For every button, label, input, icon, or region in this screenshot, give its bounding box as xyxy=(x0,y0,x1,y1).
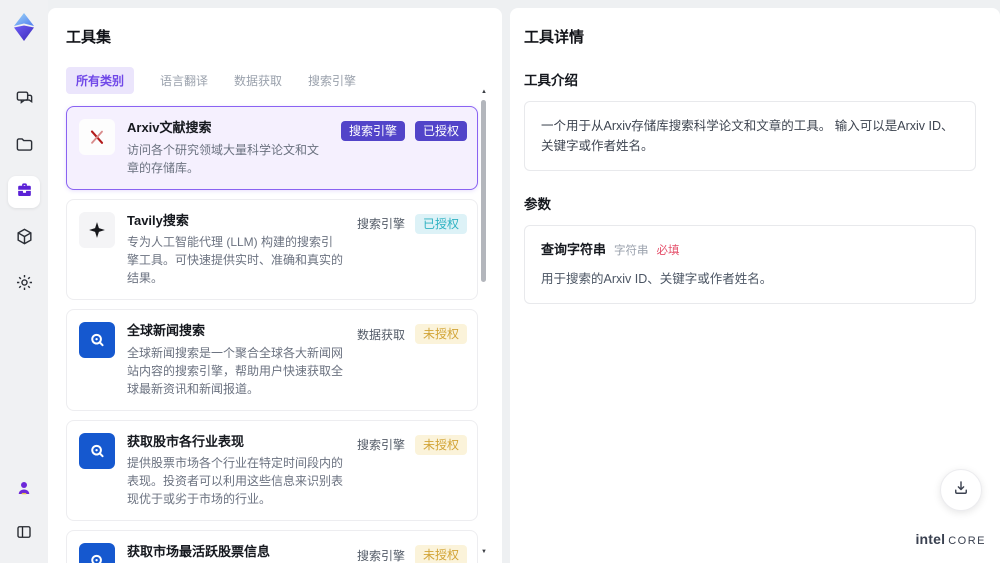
app-logo-icon xyxy=(9,12,39,42)
auth-badge: 未授权 xyxy=(414,545,467,563)
scroll-up-icon[interactable]: ▲ xyxy=(480,88,488,96)
news-search-icon xyxy=(79,322,115,359)
arxiv-icon xyxy=(79,119,115,155)
auth-badge: 已授权 xyxy=(414,213,467,234)
params-section-title: 参数 xyxy=(524,197,551,212)
sidebar-item-tools[interactable] xyxy=(8,176,40,208)
tool-title: Tavily搜索 xyxy=(127,212,189,228)
stock-sector-icon xyxy=(79,432,115,469)
category-tag: 搜索引擎 xyxy=(356,548,405,563)
app-root: 工具集 所有类别 语言翻译 数据获取 搜索引擎 Arxiv文献搜索 访问各个研究… xyxy=(0,0,1000,563)
category-tag: 搜索引擎 xyxy=(356,217,405,232)
category-tag: 搜索引擎 xyxy=(356,438,405,453)
cube-icon xyxy=(15,227,34,249)
sidebar-item-settings[interactable] xyxy=(8,268,40,300)
category-badge: 搜索引擎 xyxy=(340,121,405,142)
sidebar xyxy=(0,0,48,563)
category-tabs: 所有类别 语言翻译 数据获取 搜索引擎 xyxy=(66,67,502,94)
tool-description: 全球新闻搜索是一个聚合全球各大新闻网站内容的搜索引擎，帮助用户快速获取全球最新资… xyxy=(127,345,344,396)
briefcase-icon xyxy=(15,181,34,203)
tab-search-engine[interactable]: 搜索引擎 xyxy=(308,67,356,94)
tool-list-item-active-stocks[interactable]: 获取市场最活跃股票信息 提供当天交易量最高的股票列表，投资者可以利用这些信息来识… xyxy=(66,530,478,563)
tool-list: Arxiv文献搜索 访问各个研究领域大量科学论文和文章的存储库。 搜索引擎 已授… xyxy=(66,106,478,563)
tool-list-panel: 工具集 所有类别 语言翻译 数据获取 搜索引擎 Arxiv文献搜索 访问各个研究… xyxy=(48,8,502,563)
sidebar-item-collapse[interactable] xyxy=(8,517,40,549)
intel-core-logo: intel CORE xyxy=(915,531,986,547)
core-wordmark: CORE xyxy=(948,535,986,547)
sidebar-item-files[interactable] xyxy=(8,130,40,162)
param-name: 查询字符串 xyxy=(541,242,607,257)
param-type: 字符串 xyxy=(614,245,649,257)
active-stock-icon xyxy=(79,543,115,563)
tool-description: 提供股票市场各个行业在特定时间段内的表现。投资者可以利用这些信息来识别表现优于或… xyxy=(127,456,344,507)
tool-description: 专为人工智能代理 (LLM) 构建的搜索引擎工具。可快速提供实时、准确和真实的结… xyxy=(127,235,344,286)
intel-wordmark: intel xyxy=(915,531,946,547)
scrollbar-thumb[interactable] xyxy=(481,100,486,282)
tool-list-item-tavily[interactable]: Tavily搜索 专为人工智能代理 (LLM) 构建的搜索引擎工具。可快速提供实… xyxy=(66,198,478,301)
tab-data-acquisition[interactable]: 数据获取 xyxy=(234,67,282,94)
download-icon xyxy=(952,479,970,502)
panel-icon xyxy=(15,523,33,544)
tool-intro-box: 一个用于从Arxiv存储库搜索科学论文和文章的工具。 输入可以是Arxiv ID… xyxy=(524,101,976,171)
folder-icon xyxy=(15,135,34,157)
param-description: 用于搜索的Arxiv ID、关键字或作者姓名。 xyxy=(541,271,773,286)
category-tag: 数据获取 xyxy=(356,327,405,342)
tool-title: 全球新闻搜索 xyxy=(127,323,206,339)
sidebar-item-models[interactable] xyxy=(8,222,40,254)
user-icon xyxy=(15,479,33,500)
tool-title: 获取市场最活跃股票信息 xyxy=(127,544,271,560)
param-box: 查询字符串 字符串 必填 用于搜索的Arxiv ID、关键字或作者姓名。 xyxy=(524,225,976,304)
sidebar-item-profile[interactable] xyxy=(8,473,40,505)
gear-icon xyxy=(15,273,34,295)
list-scrollbar[interactable]: ▲ ▼ xyxy=(480,88,488,556)
scroll-down-icon[interactable]: ▼ xyxy=(480,548,488,556)
tavily-star-icon xyxy=(79,211,115,248)
auth-badge: 未授权 xyxy=(414,434,467,456)
param-required-flag: 必填 xyxy=(656,245,680,257)
tab-language-translation[interactable]: 语言翻译 xyxy=(160,67,208,94)
intro-section-title: 工具介绍 xyxy=(524,73,578,88)
detail-title: 工具详情 xyxy=(524,29,585,46)
tool-list-item-global-news[interactable]: 全球新闻搜索 全球新闻搜索是一个聚合全球各大新闻网站内容的搜索引擎，帮助用户快速… xyxy=(66,309,478,411)
tool-description: 访问各个研究领域大量科学论文和文章的存储库。 xyxy=(127,142,320,175)
tool-list-item-arxiv[interactable]: Arxiv文献搜索 访问各个研究领域大量科学论文和文章的存储库。 搜索引擎 已授… xyxy=(66,106,478,190)
tool-title: Arxiv文献搜索 xyxy=(127,120,212,135)
download-button[interactable] xyxy=(940,469,982,511)
tab-all-categories[interactable]: 所有类别 xyxy=(66,67,135,94)
auth-badge: 已授权 xyxy=(414,121,467,142)
chat-icon xyxy=(15,89,34,111)
tool-title: 获取股市各行业表现 xyxy=(127,433,245,449)
auth-badge: 未授权 xyxy=(414,324,467,345)
tool-list-item-stock-sector[interactable]: 获取股市各行业表现 提供股票市场各个行业在特定时间段内的表现。投资者可以利用这些… xyxy=(66,419,478,522)
tool-detail-panel: 工具详情 工具介绍 一个用于从Arxiv存储库搜索科学论文和文章的工具。 输入可… xyxy=(510,8,1000,563)
sidebar-item-chat[interactable] xyxy=(8,84,40,116)
page-title: 工具集 xyxy=(66,29,112,46)
